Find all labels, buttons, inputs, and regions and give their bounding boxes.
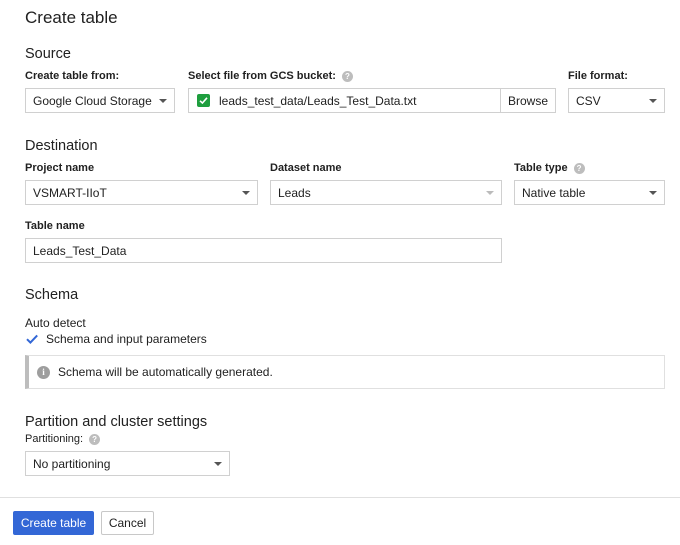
- schema-info-text: Schema will be automatically generated.: [58, 365, 273, 379]
- project-label-text: Project name: [25, 162, 95, 174]
- create-from-value: Google Cloud Storage: [33, 93, 152, 108]
- partition-section-title: Partition and cluster settings: [25, 414, 208, 430]
- create-from-select[interactable]: Google Cloud Storage: [25, 88, 175, 113]
- browse-button[interactable]: Browse: [499, 89, 555, 112]
- gcs-label: Select file from GCS bucket: ?: [188, 70, 353, 82]
- cancel-button[interactable]: Cancel: [101, 511, 154, 535]
- table-name-value: Leads_Test_Data: [33, 243, 127, 258]
- partitioning-label-text: Partitioning:: [25, 433, 84, 445]
- schema-section-title: Schema: [25, 287, 79, 303]
- dataset-select[interactable]: Leads: [270, 180, 502, 205]
- gcs-file-field[interactable]: leads_test_data/Leads_Test_Data.txt Brow…: [188, 88, 556, 113]
- file-format-select[interactable]: CSV: [568, 88, 665, 113]
- chevron-down-icon: [159, 98, 167, 103]
- info-icon: i: [37, 365, 50, 379]
- check-icon: [197, 94, 210, 107]
- schema-info-box: i Schema will be automatically generated…: [25, 355, 665, 389]
- schema-checkbox-label: Schema and input parameters: [46, 332, 207, 346]
- partitioning-value: No partitioning: [33, 456, 111, 471]
- auto-detect-label: Auto detect: [25, 316, 86, 330]
- project-value: VSMART-IIoT: [33, 185, 107, 200]
- project-label: Project name: [25, 162, 94, 174]
- help-icon[interactable]: ?: [341, 70, 353, 82]
- create-from-label: Create table from:: [25, 70, 119, 82]
- help-icon[interactable]: ?: [89, 433, 101, 445]
- check-icon[interactable]: [25, 332, 39, 346]
- create-from-label-text: Create table from:: [25, 70, 120, 82]
- chevron-down-icon: [649, 98, 657, 103]
- dataset-label: Dataset name: [270, 162, 342, 174]
- help-icon[interactable]: ?: [573, 162, 585, 174]
- table-name-input[interactable]: Leads_Test_Data: [25, 238, 502, 263]
- project-select[interactable]: VSMART-IIoT: [25, 180, 258, 205]
- source-section-title: Source: [25, 46, 71, 62]
- gcs-label-text: Select file from GCS bucket:: [188, 70, 336, 82]
- chevron-down-icon: [242, 190, 250, 195]
- chevron-down-icon: [649, 190, 657, 195]
- table-type-value: Native table: [522, 185, 586, 200]
- gcs-file-value: leads_test_data/Leads_Test_Data.txt: [219, 93, 417, 108]
- chevron-down-icon: [486, 190, 494, 195]
- dataset-value: Leads: [278, 185, 311, 200]
- table-type-label: Table type ?: [514, 162, 585, 174]
- schema-checkbox-row[interactable]: Schema and input parameters: [25, 332, 207, 346]
- partitioning-select[interactable]: No partitioning: [25, 451, 230, 476]
- table-name-label-text: Table name: [25, 220, 85, 232]
- table-name-label: Table name: [25, 220, 85, 232]
- footer-divider: [0, 497, 680, 498]
- dataset-label-text: Dataset name: [270, 162, 342, 174]
- file-format-value: CSV: [576, 93, 601, 108]
- table-type-label-text: Table type: [514, 162, 568, 174]
- create-table-button[interactable]: Create table: [13, 511, 94, 535]
- format-label: File format:: [568, 70, 628, 82]
- table-type-select[interactable]: Native table: [514, 180, 665, 205]
- partitioning-label: Partitioning: ?: [25, 433, 101, 445]
- destination-section-title: Destination: [25, 138, 98, 154]
- chevron-down-icon: [214, 461, 222, 466]
- page-title: Create table: [25, 8, 118, 27]
- format-label-text: File format:: [568, 70, 628, 82]
